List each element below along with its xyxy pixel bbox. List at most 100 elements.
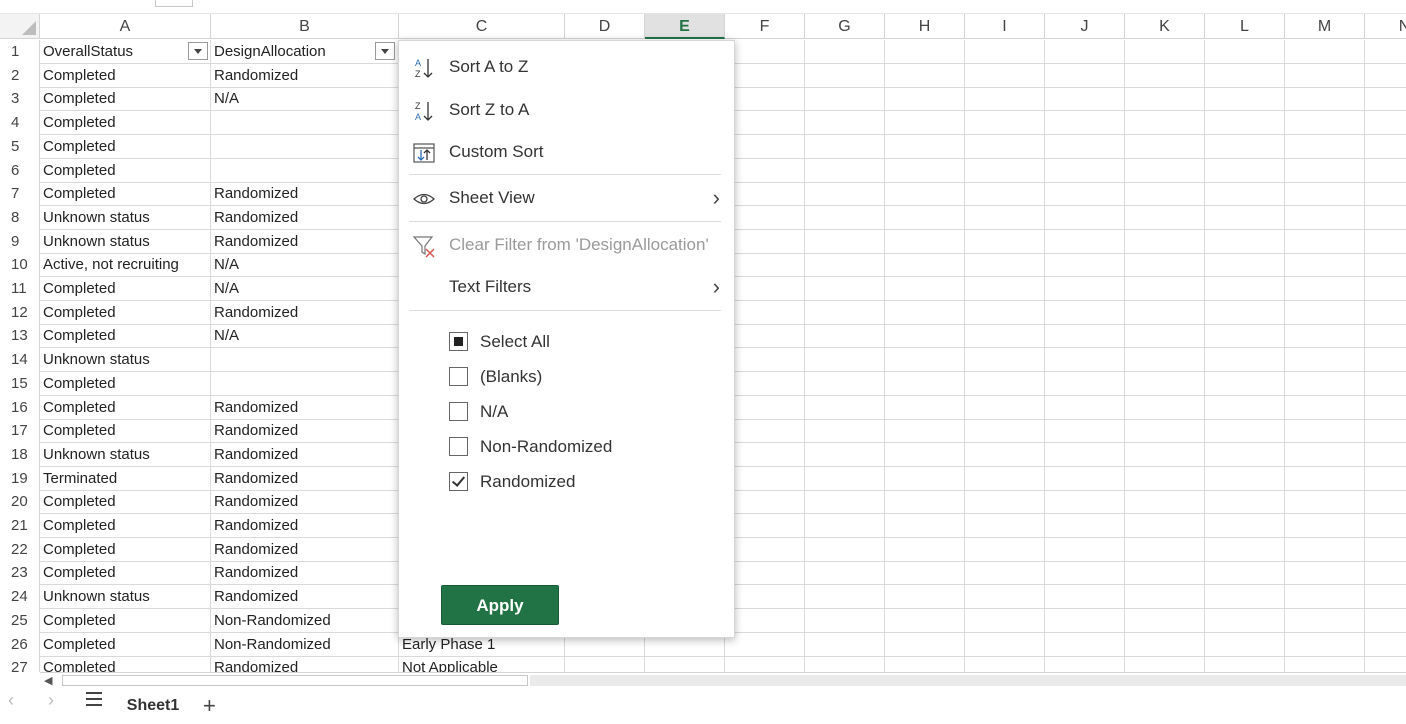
all-sheets-menu-icon[interactable]: [86, 692, 102, 710]
cell[interactable]: [885, 467, 965, 491]
cell[interactable]: [211, 159, 399, 183]
cell[interactable]: [1125, 230, 1205, 254]
cell[interactable]: Completed: [40, 490, 211, 514]
cell[interactable]: [1365, 419, 1406, 443]
cell[interactable]: [805, 64, 885, 88]
cell[interactable]: [885, 538, 965, 562]
cell[interactable]: Non-Randomized: [211, 609, 399, 633]
cell[interactable]: [1045, 419, 1125, 443]
cell[interactable]: [805, 159, 885, 183]
cell[interactable]: Active, not recruiting: [40, 253, 211, 277]
cell[interactable]: [1205, 396, 1285, 420]
cell[interactable]: [1285, 111, 1365, 135]
cell[interactable]: [1205, 159, 1285, 183]
cell[interactable]: [805, 467, 885, 491]
column-header[interactable]: D: [565, 14, 645, 39]
cell[interactable]: [805, 490, 885, 514]
row-header[interactable]: 16: [0, 396, 40, 420]
cell[interactable]: [1125, 206, 1205, 230]
cell[interactable]: Not Applicable: [399, 656, 565, 672]
cell[interactable]: [1365, 159, 1406, 183]
checkbox[interactable]: [449, 437, 468, 456]
cell[interactable]: [725, 230, 805, 254]
cell[interactable]: [211, 348, 399, 372]
cell[interactable]: [1045, 609, 1125, 633]
row-header[interactable]: 27: [0, 656, 40, 672]
cell[interactable]: [1365, 656, 1406, 672]
cell[interactable]: [645, 656, 725, 672]
cell[interactable]: [805, 656, 885, 672]
column-header[interactable]: K: [1125, 14, 1205, 39]
filter-option-select-all[interactable]: Select All: [449, 327, 749, 357]
text-filters-item[interactable]: Text Filters ›: [399, 269, 734, 305]
scroll-left-icon[interactable]: ◀: [44, 674, 52, 687]
cell[interactable]: [805, 538, 885, 562]
cell[interactable]: [1205, 633, 1285, 657]
cell[interactable]: [805, 419, 885, 443]
cell[interactable]: [805, 348, 885, 372]
cell[interactable]: [725, 561, 805, 585]
cell[interactable]: [1125, 372, 1205, 396]
cell[interactable]: [1365, 609, 1406, 633]
cell[interactable]: [1045, 135, 1125, 159]
row-header[interactable]: 19: [0, 467, 40, 491]
row-header[interactable]: 20: [0, 490, 40, 514]
cell[interactable]: Randomized: [211, 182, 399, 206]
cell[interactable]: [725, 159, 805, 183]
row-header[interactable]: 12: [0, 301, 40, 325]
filter-option-n-a[interactable]: N/A: [449, 397, 749, 427]
cell[interactable]: Completed: [40, 301, 211, 325]
apply-button[interactable]: Apply: [441, 585, 559, 625]
cell[interactable]: [1365, 585, 1406, 609]
cell[interactable]: [805, 182, 885, 206]
cell[interactable]: [965, 206, 1045, 230]
cell[interactable]: [965, 419, 1045, 443]
cell[interactable]: Randomized: [211, 561, 399, 585]
row-header[interactable]: 5: [0, 135, 40, 159]
cell[interactable]: [1285, 64, 1365, 88]
cell[interactable]: Randomized: [211, 396, 399, 420]
cell[interactable]: Completed: [40, 324, 211, 348]
cell[interactable]: [885, 301, 965, 325]
cell[interactable]: [1045, 396, 1125, 420]
row-header[interactable]: 21: [0, 514, 40, 538]
cell[interactable]: [1365, 64, 1406, 88]
row-header[interactable]: 18: [0, 443, 40, 467]
cell[interactable]: [1125, 111, 1205, 135]
cell[interactable]: [1365, 40, 1406, 64]
sheet-tab[interactable]: Sheet1: [118, 688, 188, 714]
cell[interactable]: [1205, 609, 1285, 633]
cell[interactable]: [885, 277, 965, 301]
cell[interactable]: [1205, 656, 1285, 672]
filter-option-randomized[interactable]: Randomized: [449, 467, 749, 497]
cell[interactable]: [725, 538, 805, 562]
cell[interactable]: [965, 301, 1045, 325]
cell[interactable]: [1285, 277, 1365, 301]
cell[interactable]: [1205, 64, 1285, 88]
cell[interactable]: [805, 633, 885, 657]
cell[interactable]: [725, 253, 805, 277]
cell[interactable]: [1125, 538, 1205, 562]
row-header[interactable]: 4: [0, 111, 40, 135]
row-header[interactable]: 25: [0, 609, 40, 633]
cell[interactable]: [1045, 585, 1125, 609]
cell[interactable]: [1125, 182, 1205, 206]
cell[interactable]: [725, 135, 805, 159]
cell[interactable]: Completed: [40, 538, 211, 562]
cell[interactable]: [1125, 324, 1205, 348]
cell[interactable]: [805, 40, 885, 64]
add-sheet-icon[interactable]: +: [203, 688, 216, 724]
cell[interactable]: Randomized: [211, 656, 399, 672]
cell[interactable]: [1365, 182, 1406, 206]
cell[interactable]: [1045, 111, 1125, 135]
checkbox[interactable]: [449, 332, 468, 351]
cell[interactable]: [1125, 656, 1205, 672]
column-header[interactable]: C: [399, 14, 565, 39]
cell[interactable]: [1205, 206, 1285, 230]
cell[interactable]: [965, 514, 1045, 538]
cell[interactable]: [725, 111, 805, 135]
cell[interactable]: [1045, 324, 1125, 348]
cell[interactable]: [1365, 490, 1406, 514]
cell[interactable]: Completed: [40, 419, 211, 443]
cell[interactable]: Completed: [40, 609, 211, 633]
